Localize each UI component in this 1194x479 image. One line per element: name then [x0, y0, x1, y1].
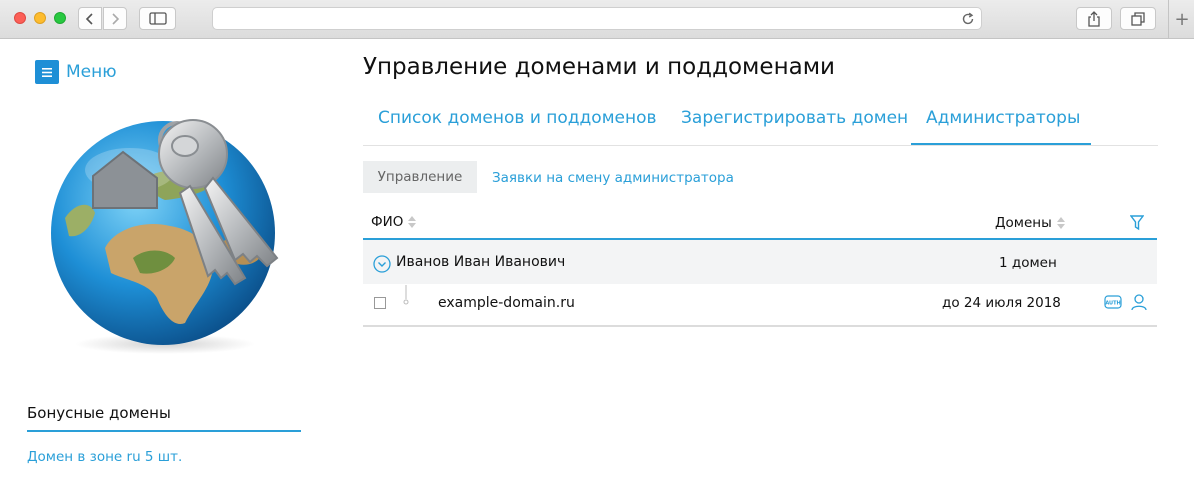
tab-register-domain[interactable]: Зарегистрировать домен	[681, 108, 908, 128]
globe-with-keys-illustration	[45, 108, 295, 358]
share-icon	[1088, 10, 1100, 27]
menu-label: Меню	[66, 62, 117, 82]
table-header: ФИО Домены	[363, 205, 1157, 240]
column-header-domains[interactable]: Домены	[995, 215, 1066, 231]
chevron-down-circle-icon[interactable]	[373, 255, 391, 273]
chevron-left-icon	[85, 12, 93, 25]
column-header-name-label: ФИО	[371, 214, 404, 230]
zoom-window-button[interactable]	[54, 12, 66, 24]
subtab-management[interactable]: Управление	[363, 161, 477, 193]
admin-domain-count: 1 домен	[999, 255, 1057, 271]
tab-administrators[interactable]: Администраторы	[926, 108, 1080, 128]
sort-icon	[1056, 217, 1065, 229]
page-title: Управление доменами и поддоменами	[363, 54, 835, 80]
tabs-overview-button[interactable]	[1120, 7, 1156, 30]
filter-icon[interactable]	[1130, 215, 1144, 231]
main-tabs: Список доменов и поддоменов Зарегистриро…	[363, 96, 1158, 146]
sidebar-icon	[148, 12, 167, 25]
hamburger-icon	[35, 60, 59, 84]
back-button[interactable]	[78, 7, 102, 30]
forward-button[interactable]	[103, 7, 127, 30]
share-button[interactable]	[1076, 7, 1112, 30]
active-tab-indicator	[911, 143, 1091, 145]
row-checkbox[interactable]	[374, 297, 386, 309]
plus-icon: +	[1174, 8, 1190, 30]
bonus-domains-title: Бонусные домены	[27, 404, 171, 422]
chevron-right-icon	[112, 12, 120, 25]
user-icon[interactable]	[1131, 293, 1147, 311]
browser-toolbar: +	[0, 0, 1194, 39]
reload-icon[interactable]	[961, 12, 975, 26]
sort-icon	[408, 216, 417, 228]
minimize-window-button[interactable]	[34, 12, 46, 24]
tree-connector-icon	[403, 285, 409, 305]
bonus-domain-link[interactable]: Домен в зоне ru 5 шт.	[27, 449, 182, 465]
table-group-row[interactable]: Иванов Иван Иванович 1 домен	[363, 240, 1157, 284]
close-window-button[interactable]	[14, 12, 26, 24]
domain-expiry-date: до 24 июля 2018	[942, 295, 1061, 311]
tabs-icon	[1131, 11, 1145, 26]
new-tab-button[interactable]: +	[1168, 0, 1194, 38]
sidebar-toggle-button[interactable]	[139, 7, 176, 30]
subtab-admin-change-requests[interactable]: Заявки на смену администратора	[492, 170, 734, 186]
bonus-divider	[27, 430, 301, 432]
table-row[interactable]: example-domain.ru до 24 июля 2018 AUTH	[363, 285, 1157, 327]
admin-full-name: Иванов Иван Иванович	[396, 254, 566, 270]
column-header-name[interactable]: ФИО	[371, 214, 417, 230]
tab-domain-list[interactable]: Список доменов и поддоменов	[378, 108, 657, 128]
domain-name: example-domain.ru	[438, 295, 575, 311]
auth-code-icon[interactable]: AUTH	[1104, 295, 1122, 309]
column-header-domains-label: Домены	[995, 215, 1052, 231]
auth-code-icon-text: AUTH	[1105, 300, 1120, 306]
address-bar[interactable]	[212, 7, 982, 30]
menu-link[interactable]: Меню	[35, 60, 117, 84]
